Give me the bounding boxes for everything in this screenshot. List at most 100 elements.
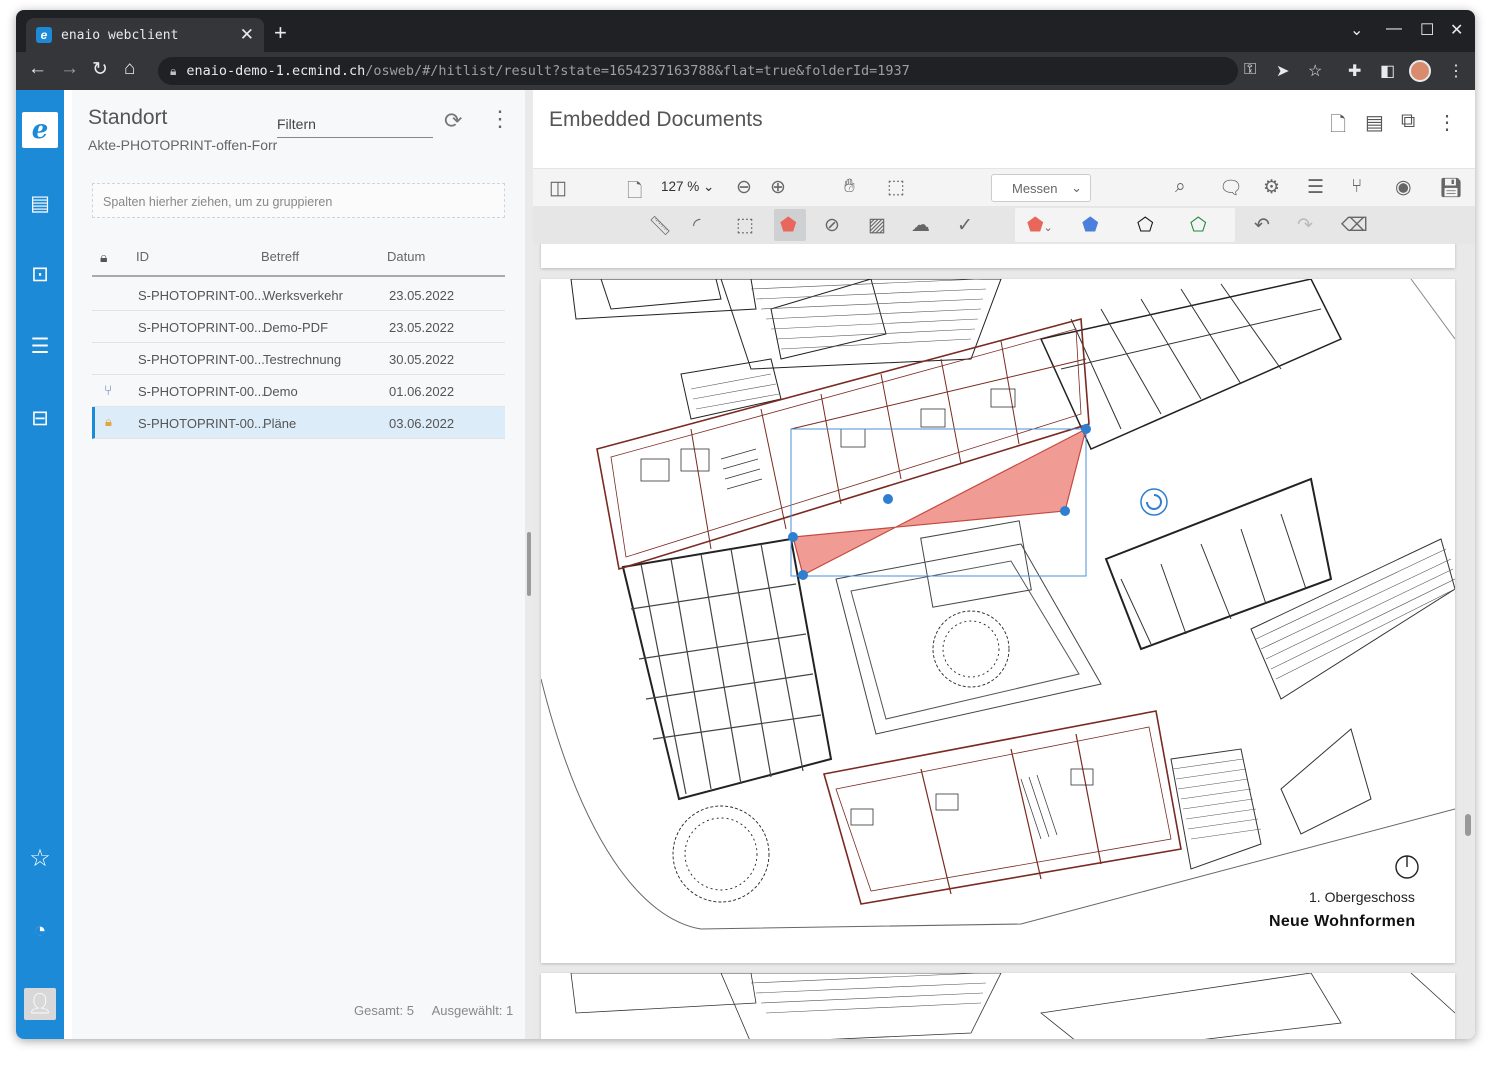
ruler-icon[interactable]: 📏︎ <box>648 214 672 238</box>
select-area-icon[interactable]: ⬚ <box>887 176 905 199</box>
measure-label: Messen <box>1012 181 1058 196</box>
index-data-icon[interactable]: ▤ <box>1365 110 1384 135</box>
lock-column-icon[interactable]: 🔒︎ <box>100 249 107 266</box>
documents-icon[interactable]: ▤ <box>26 190 54 218</box>
send-icon[interactable]: ➤ <box>1276 61 1289 81</box>
table-row[interactable]: S-PHOTOPRINT-00... Testrechnung 30.05.20… <box>92 343 505 375</box>
new-tab-button[interactable]: + <box>274 22 287 44</box>
zoom-out-icon[interactable]: ⊖ <box>736 176 752 199</box>
table-row[interactable]: ⑂ S-PHOTOPRINT-00... Demo 01.06.2022 <box>92 375 505 407</box>
arc-measure-icon[interactable]: ◜ <box>693 214 700 237</box>
table-row-selected[interactable]: 🔒︎ S-PHOTOPRINT-00... Pläne 03.06.2022 <box>92 407 505 439</box>
page-floorplan: 1. Obergeschoss Neue Wohnformen <box>541 279 1455 963</box>
row-id: S-PHOTOPRINT-00... <box>138 384 265 399</box>
viewer-menu-icon[interactable]: ⋮ <box>1437 110 1457 135</box>
annotation-toolbar: 📏︎ ◜ ⬚ ⬟ ⊘ ▨ ☁︎ ✓ ⬟⌄ ⬟ ⬠ ⬠ ↶ ↷ ⌫ <box>533 206 1475 244</box>
user-icon[interactable]: 👤︎ <box>24 988 56 1020</box>
table-row[interactable]: S-PHOTOPRINT-00... Demo-PDF 23.05.2022 <box>92 311 505 343</box>
row-date: 23.05.2022 <box>389 288 455 303</box>
dashboard-icon[interactable]: ◔ <box>26 917 54 945</box>
zoom-in-icon[interactable]: ⊕ <box>770 176 786 199</box>
branch-icon[interactable]: ⑂ <box>1351 176 1362 198</box>
row-subject: Demo <box>263 384 298 399</box>
settings-gear-icon[interactable]: ⚙︎ <box>1263 176 1280 199</box>
viewer-header: Embedded Documents 🗋 ▤ ⧉ ⋮ <box>533 90 1475 168</box>
lock-icon: 🔒︎ <box>105 414 112 429</box>
measure-select[interactable]: Messen ⌄ <box>991 174 1091 202</box>
star-icon[interactable]: ☆ <box>26 845 54 873</box>
hitlist-footer: Gesamt: 5 Ausgewählt: 1 <box>354 1003 513 1018</box>
row-subject: Testrechnung <box>263 352 342 367</box>
search-icon[interactable]: ⌕ <box>1175 176 1186 198</box>
main-building <box>596 317 1090 571</box>
filter-input[interactable]: Filtern <box>277 112 433 138</box>
eye-icon[interactable]: ◉ <box>1395 176 1412 199</box>
row-id: S-PHOTOPRINT-00... <box>138 288 265 303</box>
current-style-icon[interactable]: ⬟⌄ <box>1027 214 1053 237</box>
document-icon[interactable]: 🗋 <box>1330 110 1346 144</box>
refresh-icon[interactable]: ⟳ <box>444 108 462 134</box>
pan-hand-icon[interactable]: ✋︎ <box>844 176 855 198</box>
back-icon[interactable]: ← <box>28 58 47 80</box>
page-settings-icon[interactable]: 🗋 <box>627 177 642 209</box>
comments-icon[interactable]: 🗨︎ <box>1219 176 1243 200</box>
open-external-icon[interactable]: ⧉ <box>1401 110 1415 133</box>
zoom-level[interactable]: 127 % ⌄ <box>661 179 714 195</box>
chevron-down-icon: ⌄ <box>1071 180 1082 195</box>
splitter-grip[interactable] <box>527 532 531 596</box>
check-icon[interactable]: ✓ <box>957 214 973 237</box>
rectangle-measure-icon[interactable]: ⬚ <box>736 214 754 237</box>
right-building <box>1104 477 1333 651</box>
panel-menu-icon[interactable]: ⋮ <box>489 106 511 132</box>
tab-search-icon[interactable]: ⌄ <box>1350 20 1363 40</box>
list-icon[interactable]: ☰ <box>1307 176 1324 199</box>
cloud-icon[interactable]: ☁︎ <box>911 214 930 237</box>
sidebar-toggle-icon[interactable]: ◫ <box>549 177 567 200</box>
blue-style-icon[interactable]: ⬟ <box>1082 214 1099 237</box>
inbox-icon[interactable]: ☰ <box>26 333 54 361</box>
redo-icon[interactable]: ↷ <box>1297 214 1313 237</box>
row-date: 01.06.2022 <box>389 384 455 399</box>
profile-avatar[interactable] <box>1409 60 1431 82</box>
rotate-handle-icon <box>1140 488 1168 516</box>
eraser-icon[interactable]: ⌫ <box>1341 214 1368 237</box>
document-canvas[interactable]: 1. Obergeschoss Neue Wohnformen <box>533 244 1475 1039</box>
browser-menu-icon[interactable]: ⋮ <box>1448 61 1464 81</box>
column-betreff[interactable]: Betreff <box>261 249 299 264</box>
extensions-icon[interactable]: ✚ <box>1348 61 1361 81</box>
undo-icon[interactable]: ↶ <box>1254 214 1270 237</box>
group-drop-zone[interactable]: Spalten hierher ziehen, um zu gruppieren <box>92 183 505 218</box>
home-icon[interactable]: ⌂ <box>124 58 135 80</box>
case-icon[interactable]: ⊟ <box>26 405 54 433</box>
reload-icon[interactable]: ↻ <box>92 58 108 81</box>
enaio-app: e ▤ ⊡ ☰ ⊟ ☆ ◔ 👤︎ Standort Akte-PHOTOPRIN… <box>16 90 1475 1039</box>
panel-splitter[interactable] <box>525 90 533 1039</box>
desktop-icon[interactable]: ⊡ <box>26 261 54 289</box>
column-datum[interactable]: Datum <box>387 249 425 264</box>
rect-area-icon[interactable]: ▨ <box>868 214 886 237</box>
viewer-scrollbar[interactable] <box>1465 814 1471 836</box>
polygon-area-icon[interactable]: ⬟ <box>780 214 797 237</box>
url-field[interactable]: 🔒︎ enaio-demo-1.ecmind.ch/osweb/#/hitlis… <box>158 57 1238 85</box>
enaio-logo[interactable]: e <box>22 112 58 148</box>
page-next <box>541 972 1456 1039</box>
green-style-icon[interactable]: ⬠ <box>1190 214 1207 237</box>
close-tab-icon[interactable]: ✕ <box>240 25 254 45</box>
ellipse-area-icon[interactable]: ⊘ <box>824 214 840 237</box>
table-row[interactable]: S-PHOTOPRINT-00... Werksverkehr 23.05.20… <box>92 279 505 311</box>
selected-count: Ausgewählt: 1 <box>431 1003 514 1018</box>
save-icon[interactable]: 💾︎ <box>1439 176 1463 200</box>
minimize-icon[interactable]: — <box>1386 20 1402 38</box>
row-date: 03.06.2022 <box>389 416 455 431</box>
maximize-icon[interactable]: ☐ <box>1420 20 1434 40</box>
black-style-icon[interactable]: ⬠ <box>1137 214 1154 237</box>
browser-tab[interactable]: e enaio webclient ✕ <box>26 18 264 52</box>
column-id[interactable]: ID <box>136 249 149 264</box>
key-icon[interactable]: ⚿ <box>1244 61 1256 79</box>
hierarchy-icon: ⑂ <box>104 382 113 398</box>
bookmark-star-icon[interactable]: ☆ <box>1308 61 1322 81</box>
forward-icon[interactable]: → <box>60 58 79 80</box>
window-close-icon[interactable]: ✕ <box>1450 20 1463 40</box>
sidepanel-icon[interactable]: ◧ <box>1380 61 1395 81</box>
zoom-value: 127 % <box>661 179 700 194</box>
